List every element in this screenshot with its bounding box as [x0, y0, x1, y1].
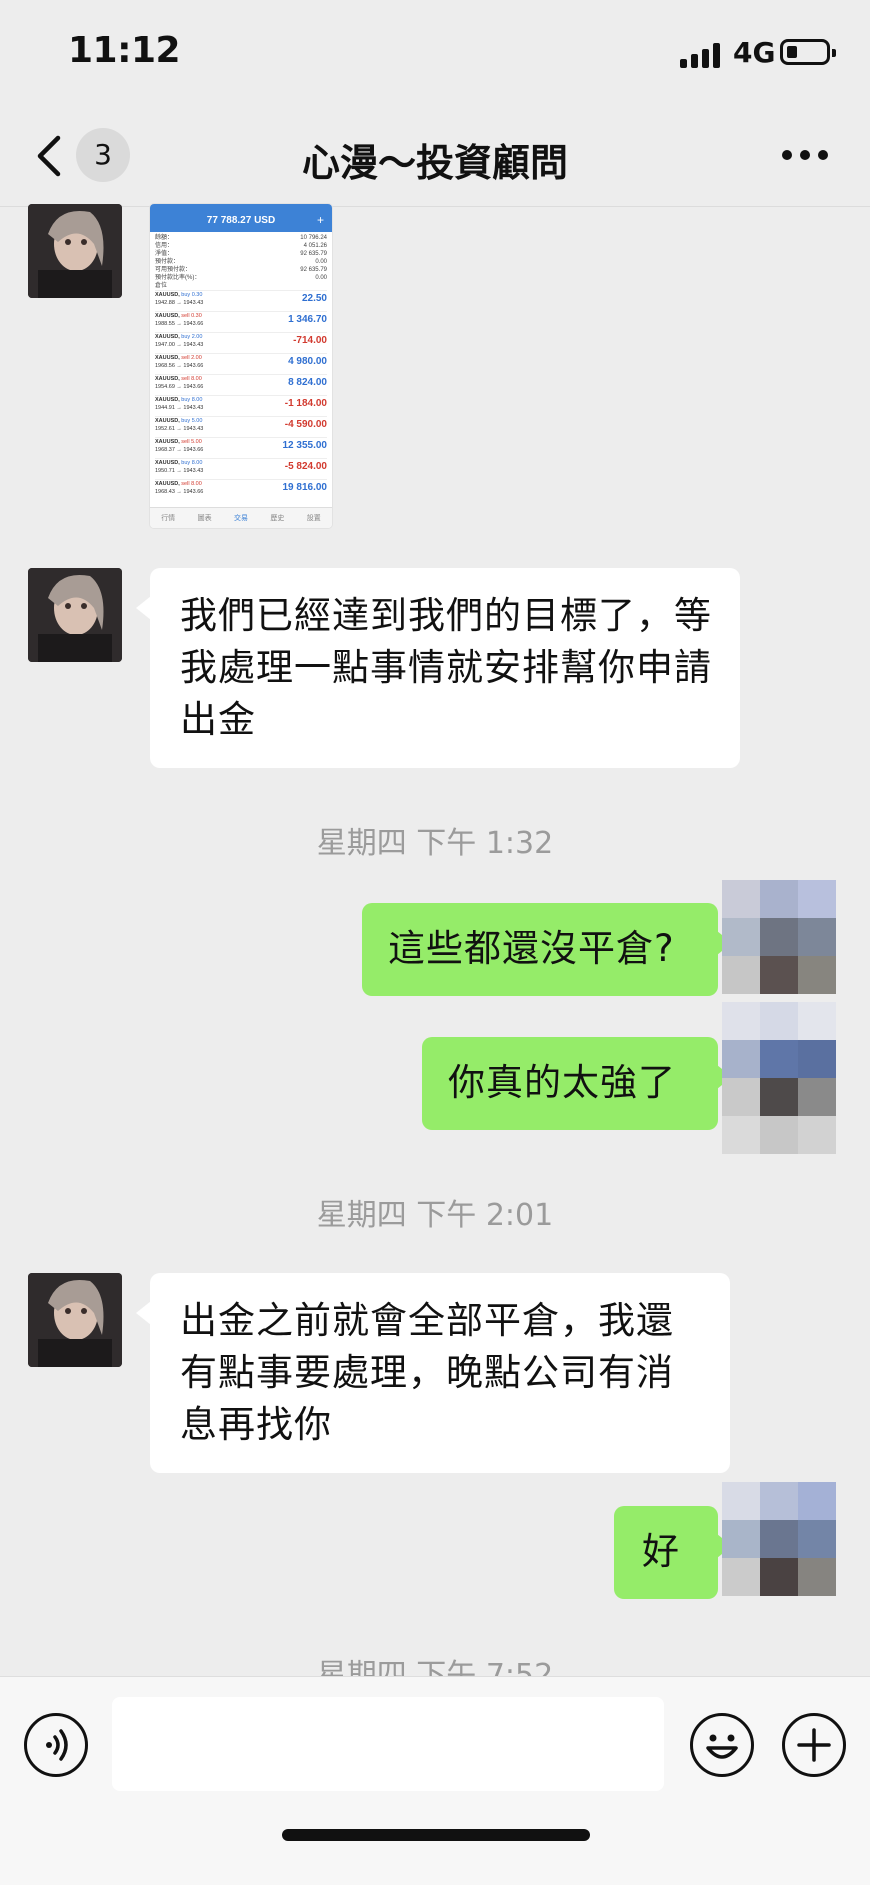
avatar[interactable] [28, 1273, 122, 1367]
position-row: XAUUSD, sell 5.00 1968.37 → 1943.66 12 355… [155, 437, 327, 458]
account-value: 0.00 [315, 275, 327, 281]
position-symbol: XAUUSD, [155, 460, 180, 466]
account-label: 信用： [155, 243, 174, 249]
position-row: XAUUSD, buy 0.30 1942.88 → 1943.43 22.50 [155, 290, 327, 311]
position-profit: 22.50 [301, 293, 327, 304]
position-symbol: XAUUSD, [155, 313, 180, 319]
position-symbol: XAUUSD, [155, 418, 180, 424]
account-row: 可用預付款： 92 635.79 [155, 266, 327, 274]
avatar[interactable] [28, 204, 122, 298]
account-label: 餘額： [155, 235, 174, 241]
position-profit: 19 816.00 [282, 482, 328, 493]
position-side: sell 0.30 [181, 313, 202, 319]
position-profit: -1 184.00 [284, 398, 327, 409]
position-side: sell 2.00 [181, 355, 202, 361]
position-symbol: XAUUSD, [155, 439, 180, 445]
position-side: sell 5.00 [181, 439, 202, 445]
position-side: buy 0.30 [181, 292, 203, 298]
timestamp: 星期四 下午 2:01 [316, 1198, 554, 1233]
message-bubble-incoming[interactable]: 我們已經達到我們的目標了，等我處理一點事情就安排幫你申請出金 [136, 568, 740, 768]
account-value: 0.00 [315, 259, 327, 265]
position-row: XAUUSD, sell 8.00 1968.43 → 1943.66 19 816… [155, 479, 327, 500]
page-title: 心漫～投資顧問 [301, 141, 568, 185]
position-row: XAUUSD, buy 2.00 1947.00 → 1943.43 -714.00 [155, 332, 327, 353]
emoji-icon[interactable] [690, 1713, 754, 1777]
voice-icon[interactable] [24, 1713, 88, 1777]
positions-label: 倉位 [155, 283, 168, 289]
trade-tab: 行情 [161, 515, 176, 522]
network-type: 4G [733, 36, 776, 69]
balance-header: 77 788.27 USD [206, 215, 276, 226]
position-side: buy 8.00 [181, 397, 203, 403]
account-row: 淨值： 92 635.79 [155, 250, 327, 258]
position-profit: 12 355.00 [282, 440, 328, 451]
message-bubble-incoming[interactable]: 出金之前就會全部平倉，我還有點事要處理，晚點公司有消息再找你 [136, 1273, 730, 1473]
position-symbol: XAUUSD, [155, 292, 180, 298]
account-value: 92 635.79 [300, 251, 327, 257]
position-symbol: XAUUSD, [155, 355, 180, 361]
more-dots-icon[interactable] [782, 150, 828, 162]
plus-icon[interactable] [782, 1713, 846, 1777]
account-row: 預付款比率(%)： 0.00 [155, 274, 327, 282]
account-row: 信用： 4 051.26 [155, 242, 327, 250]
position-profit: 8 824.00 [288, 377, 327, 388]
plus-icon: + [316, 213, 324, 227]
trade-tabs: 行情 圖表 交易 歷史 設置 [150, 507, 332, 528]
position-row: XAUUSD, buy 8.00 1944.91 → 1943.43 -1 184.… [155, 395, 327, 416]
trade-tab: 交易 [233, 515, 248, 522]
message-input[interactable] [112, 1697, 664, 1791]
message-bubble-outgoing[interactable]: 好 [614, 1506, 732, 1599]
position-side: sell 8.00 [181, 481, 202, 487]
account-label: 預付款： [155, 259, 180, 265]
trade-tab: 歷史 [270, 515, 285, 522]
status-bar: 11:12 4G [0, 0, 870, 110]
position-symbol: XAUUSD, [155, 334, 180, 340]
position-symbol: XAUUSD, [155, 376, 180, 382]
timestamp: 星期四 下午 7:52 [316, 1658, 554, 1676]
home-indicator [282, 1829, 590, 1841]
trade-tab: 圖表 [197, 515, 212, 522]
position-profit: -4 590.00 [284, 419, 327, 430]
position-side: buy 8.00 [181, 460, 203, 466]
position-row: XAUUSD, buy 5.00 1952.61 → 1943.43 -4 590.… [155, 416, 327, 437]
position-row: XAUUSD, sell 8.00 1954.69 → 1943.66 8 824.… [155, 374, 327, 395]
account-value: 10 796.24 [300, 235, 327, 241]
account-label: 預付款比率(%)： [155, 275, 201, 281]
message-bubble-outgoing[interactable]: 這些都還沒平倉? [362, 903, 732, 996]
input-bar [0, 1676, 870, 1885]
position-side: buy 5.00 [181, 418, 203, 424]
account-value: 92 635.79 [300, 267, 327, 273]
position-symbol: XAUUSD, [155, 481, 180, 487]
position-row: XAUUSD, sell 2.00 1968.56 → 1943.66 4 980.… [155, 353, 327, 374]
position-profit: 4 980.00 [288, 356, 327, 367]
message-bubble-outgoing[interactable]: 你真的太強了 [422, 1037, 732, 1130]
trade-tab: 設置 [306, 515, 321, 522]
signal-icon [680, 42, 724, 68]
account-label: 淨值： [155, 251, 174, 257]
account-summary: 餘額： 10 796.24 信用： 4 051.26 淨值： 92 635.79 預付款： 0… [150, 232, 332, 282]
position-profit: 1 346.70 [288, 314, 327, 325]
position-side: sell 8.00 [181, 376, 202, 382]
position-symbol: XAUUSD, [155, 397, 180, 403]
position-row: XAUUSD, sell 0.30 1988.55 → 1943.66 1 346.… [155, 311, 327, 332]
account-row: 餘額： 10 796.24 [155, 234, 327, 242]
position-profit: -5 824.00 [284, 461, 327, 472]
position-profit: -714.00 [293, 335, 327, 346]
chat-header: 3 心漫～投資顧問 [0, 110, 870, 207]
battery-icon [780, 39, 836, 65]
position-row: XAUUSD, buy 8.00 1950.71 → 1943.43 -5 824.… [155, 458, 327, 479]
trade-screenshot-image[interactable]: 77 788.27 USD + 餘額： 10 796.24 信用： 4 051.26 淨… [150, 204, 332, 528]
account-row: 預付款： 0.00 [155, 258, 327, 266]
avatar[interactable] [28, 568, 122, 662]
status-time: 11:12 [68, 30, 181, 71]
account-value: 4 051.26 [303, 243, 327, 249]
account-label: 可用預付款： [155, 267, 192, 273]
timestamp: 星期四 下午 1:32 [316, 826, 554, 861]
position-side: buy 2.00 [181, 334, 203, 340]
